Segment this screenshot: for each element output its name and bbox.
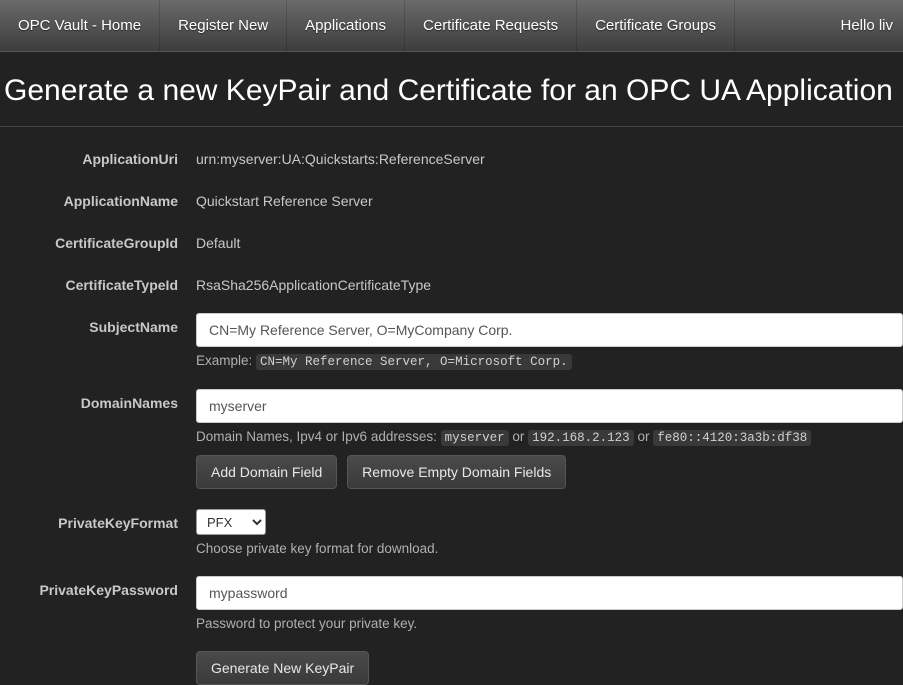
nav-certificate-requests[interactable]: Certificate Requests <box>405 0 577 51</box>
hint-private-key-format: Choose private key format for download. <box>196 541 903 556</box>
add-domain-field-button[interactable]: Add Domain Field <box>196 455 337 489</box>
hint-domain-prefix: Domain Names, Ipv4 or Ipv6 addresses: <box>196 429 441 444</box>
select-private-key-format[interactable]: PFX <box>196 509 266 535</box>
hint-domain-names: Domain Names, Ipv4 or Ipv6 addresses: my… <box>196 429 903 445</box>
value-application-uri: urn:myserver:UA:Quickstarts:ReferenceSer… <box>196 145 903 167</box>
value-certificate-group-id: Default <box>196 229 903 251</box>
label-subject-name: SubjectName <box>0 313 196 335</box>
row-submit: Generate New KeyPair <box>0 651 903 685</box>
row-certificate-type-id: CertificateTypeId RsaSha256ApplicationCe… <box>0 271 903 293</box>
hint-domain-code1: myserver <box>441 430 509 446</box>
label-submit-spacer <box>0 651 196 657</box>
label-private-key-format: PrivateKeyFormat <box>0 509 196 531</box>
input-subject-name[interactable] <box>196 313 903 347</box>
hint-domain-or2: or <box>637 429 653 444</box>
nav-user-greeting[interactable]: Hello liv <box>822 0 903 51</box>
hint-subject-name: Example: CN=My Reference Server, O=Micro… <box>196 353 903 369</box>
label-private-key-password: PrivateKeyPassword <box>0 576 196 598</box>
nav-applications[interactable]: Applications <box>287 0 405 51</box>
label-certificate-type-id: CertificateTypeId <box>0 271 196 293</box>
label-certificate-group-id: CertificateGroupId <box>0 229 196 251</box>
row-domain-names: DomainNames Domain Names, Ipv4 or Ipv6 a… <box>0 389 903 489</box>
row-application-name: ApplicationName Quickstart Reference Ser… <box>0 187 903 209</box>
row-certificate-group-id: CertificateGroupId Default <box>0 229 903 251</box>
value-certificate-type-id: RsaSha256ApplicationCertificateType <box>196 271 903 293</box>
row-private-key-format: PrivateKeyFormat PFX Choose private key … <box>0 509 903 556</box>
label-application-name: ApplicationName <box>0 187 196 209</box>
value-application-name: Quickstart Reference Server <box>196 187 903 209</box>
hint-domain-code2: 192.168.2.123 <box>528 430 634 446</box>
row-application-uri: ApplicationUri urn:myserver:UA:Quickstar… <box>0 145 903 167</box>
hint-subject-example-prefix: Example: <box>196 353 256 368</box>
generate-new-keypair-button[interactable]: Generate New KeyPair <box>196 651 369 685</box>
row-subject-name: SubjectName Example: CN=My Reference Ser… <box>0 313 903 369</box>
hint-subject-example-code: CN=My Reference Server, O=Microsoft Corp… <box>256 354 572 370</box>
label-domain-names: DomainNames <box>0 389 196 411</box>
input-domain-names[interactable] <box>196 389 903 423</box>
nav-certificate-groups[interactable]: Certificate Groups <box>577 0 735 51</box>
hint-private-key-password: Password to protect your private key. <box>196 616 903 631</box>
label-application-uri: ApplicationUri <box>0 145 196 167</box>
nav-spacer <box>735 0 823 51</box>
hint-domain-or1: or <box>512 429 528 444</box>
remove-empty-domain-fields-button[interactable]: Remove Empty Domain Fields <box>347 455 566 489</box>
input-private-key-password[interactable] <box>196 576 903 610</box>
row-private-key-password: PrivateKeyPassword Password to protect y… <box>0 576 903 631</box>
nav-brand[interactable]: OPC Vault - Home <box>0 0 160 51</box>
page-title: Generate a new KeyPair and Certificate f… <box>0 52 903 127</box>
keypair-form: ApplicationUri urn:myserver:UA:Quickstar… <box>0 145 903 685</box>
nav-register-new[interactable]: Register New <box>160 0 287 51</box>
navbar: OPC Vault - Home Register New Applicatio… <box>0 0 903 52</box>
hint-domain-code3: fe80::4120:3a3b:df38 <box>653 430 811 446</box>
